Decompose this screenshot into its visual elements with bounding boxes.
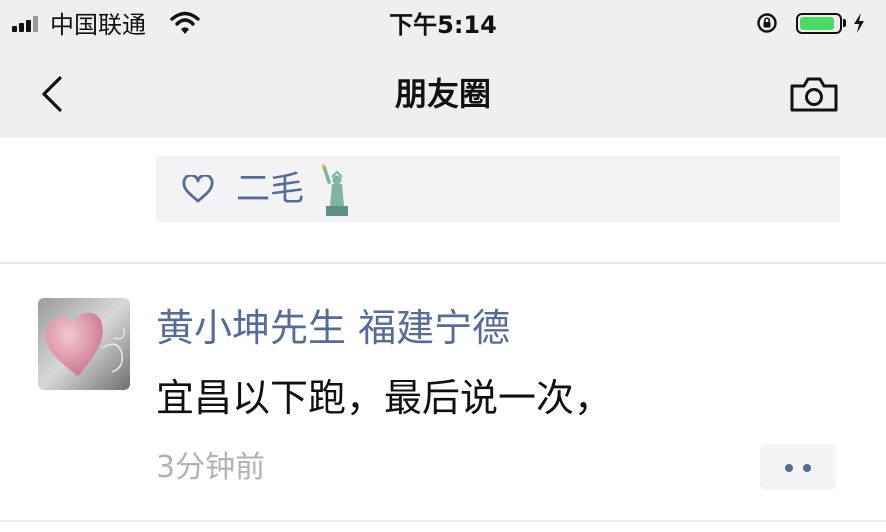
pink-heart-avatar-image: [38, 298, 130, 390]
header: 中国联通 下午5:14 朋友圈: [0, 0, 886, 138]
charging-bolt-icon: [854, 13, 864, 33]
page-title: 朋友圈: [394, 75, 491, 113]
likes-list: 二毛: [156, 156, 840, 222]
post-timestamp: 3分钟前: [156, 450, 266, 485]
dot: [785, 464, 793, 472]
orientation-lock-icon: [757, 13, 777, 33]
dot: [803, 464, 811, 472]
battery-level: [800, 17, 834, 30]
status-bar: 中国联通 下午5:14: [0, 0, 886, 50]
more-actions-button[interactable]: [760, 444, 836, 490]
heart-outline-icon: [182, 175, 214, 203]
section-divider: [0, 520, 886, 522]
nav-bar: 朋友圈: [0, 50, 886, 138]
battery-icon: [796, 13, 842, 34]
post-text: 宜昌以下跑，最后说一次，: [156, 376, 613, 420]
avatar[interactable]: [38, 298, 130, 390]
camera-icon: [790, 77, 838, 112]
status-time: 下午5:14: [389, 11, 497, 39]
section-divider: [0, 262, 886, 264]
camera-button[interactable]: [782, 70, 846, 118]
battery-tip: [843, 19, 846, 27]
liker-name-link[interactable]: 二毛: [236, 168, 304, 210]
statue-of-liberty-emoji: [322, 163, 348, 216]
post-author-link[interactable]: 黄小坤先生 福建宁德: [156, 304, 510, 352]
